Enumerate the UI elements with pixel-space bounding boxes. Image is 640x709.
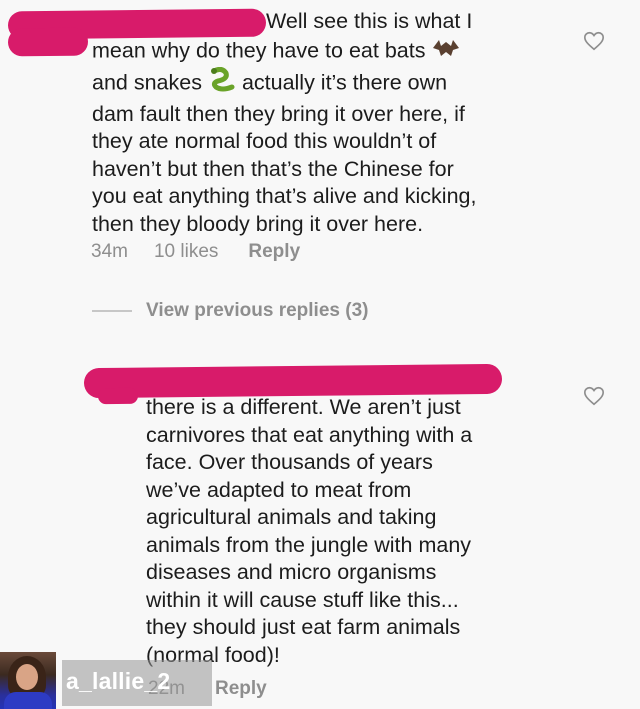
heart-icon[interactable] bbox=[583, 30, 605, 52]
comment-2-line-6: animals from the jungle with many bbox=[146, 532, 472, 557]
view-previous-label: View previous replies (3) bbox=[146, 300, 369, 321]
comment-1-reply-button[interactable]: Reply bbox=[248, 241, 300, 263]
comment-2-line-2: carnivores that eat anything with a bbox=[146, 422, 473, 447]
comment-1-likes[interactable]: 10 likes bbox=[154, 241, 218, 263]
comment-1-line-2: mean why do they have to eat bats bbox=[92, 36, 562, 68]
redacted-avatar-1 bbox=[7, 27, 89, 57]
redacted-avatar-2 bbox=[97, 387, 139, 405]
comment-1-line-8: then they bloody bring it over here. bbox=[92, 211, 424, 236]
comment-2-line-8: within it will cause stuff like this... bbox=[146, 587, 459, 612]
comment-1-line-1: Well see this is what I bbox=[266, 9, 473, 33]
comment-2-line-9: they should just eat farm animals bbox=[146, 615, 461, 639]
heart-icon[interactable] bbox=[583, 385, 605, 407]
comment-1-line-4: dam fault then they bring it over here, … bbox=[92, 101, 465, 126]
watermark-username: a_lallie_2 bbox=[66, 668, 171, 694]
comment-2-line-5: agricultural animals and taking bbox=[146, 505, 437, 529]
comment-1-line-3: and snakes actually it’s there own bbox=[92, 66, 562, 101]
avatar bbox=[0, 652, 56, 709]
comment-1-line-5: they ate normal food this wouldn’t of bbox=[92, 129, 437, 153]
comment-2-line-4: we’ve adapted to meat from bbox=[146, 477, 412, 502]
comment-1-meta: 34m 10 likes Reply bbox=[91, 241, 300, 263]
bat-emoji-icon bbox=[431, 36, 461, 68]
comment-1-text: Well see this is what I mean why do they… bbox=[92, 8, 562, 238]
comment-2-line-3: face. Over thousands of years bbox=[146, 450, 433, 474]
comment-2-text: there is a different. We aren’t just car… bbox=[146, 394, 566, 669]
comment-1-time: 34m bbox=[91, 241, 128, 262]
comment-1-line-7: you eat anything that’s alive and kickin… bbox=[92, 184, 477, 208]
divider-line bbox=[92, 310, 132, 312]
comment-2-line-7: diseases and micro organisms bbox=[146, 560, 437, 584]
comment-2-line-1: there is a different. We aren’t just bbox=[146, 395, 461, 419]
snake-emoji-icon bbox=[208, 66, 236, 101]
comment-1-line-6: haven’t but then that’s the Chinese for bbox=[92, 156, 454, 181]
comment-2-reply-button[interactable]: Reply bbox=[215, 678, 267, 700]
view-previous-replies-button[interactable]: View previous replies (3) bbox=[92, 300, 368, 322]
